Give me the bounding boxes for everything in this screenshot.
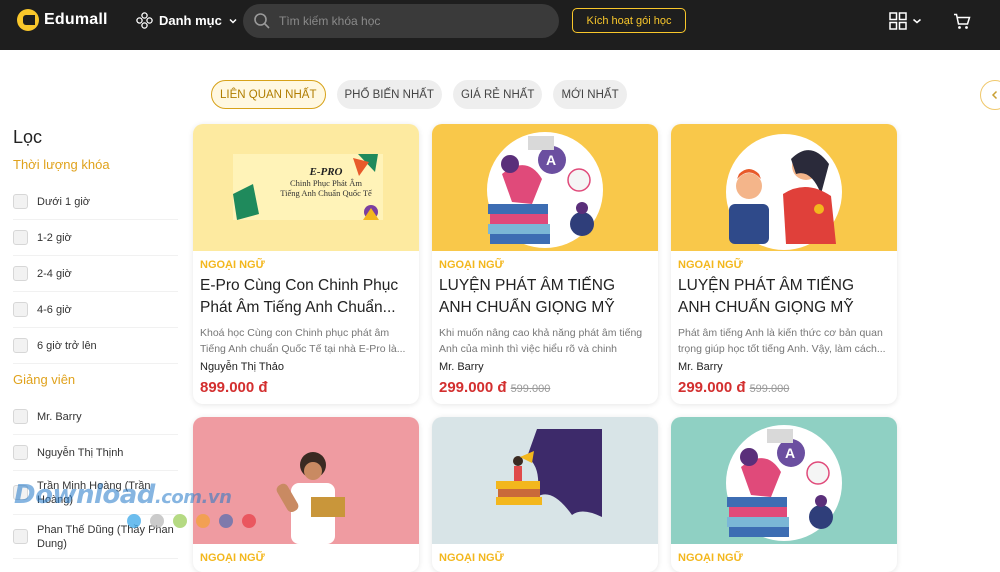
course-card[interactable]: E-PRO Chinh Phục Phát Âm Tiếng Anh Chuẩn… [193, 124, 419, 404]
original-price: 599.000 [510, 383, 551, 395]
course-title[interactable]: LUYỆN PHÁT ÂM TIẾNG ANH CHUẨN GIỌNG MỸ C… [439, 275, 651, 319]
chevron-down-icon [229, 18, 237, 24]
thumbnail-brand: E-PRO [309, 166, 343, 178]
thumbnail-line: Tiếng Anh Chuẩn Quốc Tế [280, 188, 372, 198]
duration-filter-heading: Thời lượng khóa [13, 157, 110, 172]
course-author: Mr. Barry [439, 361, 484, 373]
course-illustration: A [487, 132, 603, 248]
filter-option-instructor[interactable]: Nguyễn Thị Thịnh [13, 435, 178, 471]
edumall-logo[interactable]: Edumall [17, 9, 108, 31]
course-category: NGOẠI NGỮ [678, 552, 743, 564]
grid-icon [889, 12, 907, 30]
course-card[interactable]: A NGOẠI NGỮ LUYỆN PHÁT ÂM TIẾNG ANH CHUẨ… [432, 124, 658, 404]
checkbox[interactable] [13, 409, 28, 424]
scroll-left-button[interactable] [980, 80, 1000, 110]
course-card[interactable]: NGOẠI NGỮ [432, 417, 658, 572]
cart-icon [954, 13, 971, 29]
filter-option-duration[interactable]: 4-6 giờ [13, 292, 178, 328]
course-thumbnail [671, 124, 897, 251]
filter-option-instructor[interactable]: Mr. Barry [13, 399, 178, 435]
categories-menu-button[interactable]: Danh mục [136, 12, 238, 29]
course-category: NGOẠI NGỮ [200, 552, 265, 564]
cart-button[interactable] [953, 13, 971, 35]
tab-most-relevant[interactable]: LIÊN QUAN NHẤT [211, 80, 326, 109]
course-author: Mr. Barry [678, 361, 723, 373]
course-title[interactable]: LUYỆN PHÁT ÂM TIẾNG ANH CHUẨN GIỌNG MỸ C… [678, 275, 890, 319]
download-watermark: Download.com.vn [14, 480, 232, 510]
checkbox[interactable] [13, 529, 28, 544]
course-illustration [496, 429, 602, 517]
apps-menu-button[interactable] [889, 12, 923, 30]
search-icon [254, 13, 270, 29]
thumbnail-line: Chinh Phục Phát Âm [289, 178, 363, 188]
course-description: Phát âm tiếng Anh là kiến thức cơ bản qu… [678, 327, 886, 355]
checkbox[interactable] [13, 338, 28, 353]
categories-icon [136, 12, 153, 29]
course-thumbnail [432, 417, 658, 544]
course-price: 899.000 đ [200, 379, 412, 396]
top-navigation-bar: Edumall Danh mục Kích hoạt gói học [0, 0, 1000, 50]
course-thumbnail: E-PRO Chinh Phục Phát Âm Tiếng Anh Chuẩn… [193, 124, 419, 251]
edumall-logo-icon [17, 9, 39, 31]
search-bar [243, 4, 559, 38]
filter-title: Lọc [13, 127, 43, 147]
course-price: 299.000 đ 599.000 [678, 379, 890, 396]
course-thumbnail: A [432, 124, 658, 251]
tab-cheapest[interactable]: GIÁ RẺ NHẤT [452, 80, 543, 109]
svg-text:A: A [785, 445, 795, 461]
current-price: 299.000 đ [439, 379, 507, 396]
filter-option-duration[interactable]: 6 giờ trở lên [13, 328, 178, 364]
filter-option-duration[interactable]: 1-2 giờ [13, 220, 178, 256]
checkbox[interactable] [13, 445, 28, 460]
sort-tabs: LIÊN QUAN NHẤT PHỔ BIẾN NHẤT GIÁ RẺ NHẤT… [211, 80, 638, 109]
course-price: 299.000 đ 599.000 [439, 379, 651, 396]
course-category: NGOẠI NGỮ [678, 259, 743, 271]
filter-option-duration[interactable]: Dưới 1 giờ [13, 184, 178, 220]
current-price: 899.000 đ [200, 379, 268, 396]
checkbox[interactable] [13, 230, 28, 245]
search-input[interactable] [279, 14, 529, 28]
chevron-down-icon [913, 18, 921, 24]
course-author: Nguyễn Thị Thảo [200, 361, 284, 373]
activate-package-button[interactable]: Kích hoạt gói học [572, 8, 686, 33]
categories-label: Danh mục [159, 13, 222, 28]
course-thumbnail: A [671, 417, 897, 544]
chevron-left-icon [991, 90, 998, 100]
filter-option-duration[interactable]: 2-4 giờ [13, 256, 178, 292]
course-card[interactable]: A NGOẠI NGỮ [671, 417, 897, 572]
svg-text:A: A [546, 152, 556, 168]
current-price: 299.000 đ [678, 379, 746, 396]
checkbox[interactable] [13, 266, 28, 281]
course-category: NGOẠI NGỮ [439, 259, 504, 271]
logo-text: Edumall [44, 11, 108, 28]
course-illustration: A [726, 425, 842, 541]
course-card[interactable]: NGOẠI NGỮ LUYỆN PHÁT ÂM TIẾNG ANH CHUẨN … [671, 124, 897, 404]
checkbox[interactable] [13, 302, 28, 317]
course-category: NGOẠI NGỮ [200, 259, 265, 271]
original-price: 599.000 [749, 383, 790, 395]
tab-most-popular[interactable]: PHỔ BIẾN NHẤT [336, 80, 442, 109]
tab-newest[interactable]: MỚI NHẤT [553, 80, 627, 109]
course-description: Khoá học Cùng con Chinh phục phát âm Tiế… [200, 327, 406, 355]
watermark-dots [127, 514, 265, 528]
course-category: NGOẠI NGỮ [439, 552, 504, 564]
course-illustration [726, 134, 842, 250]
checkbox[interactable] [13, 194, 28, 209]
course-title[interactable]: E-Pro Cùng Con Chinh Phục Phát Âm Tiếng … [200, 275, 412, 319]
instructor-filter-heading: Giảng viên [13, 372, 76, 387]
course-description: Khi muốn nâng cao khả năng phát âm tiếng… [439, 327, 643, 355]
